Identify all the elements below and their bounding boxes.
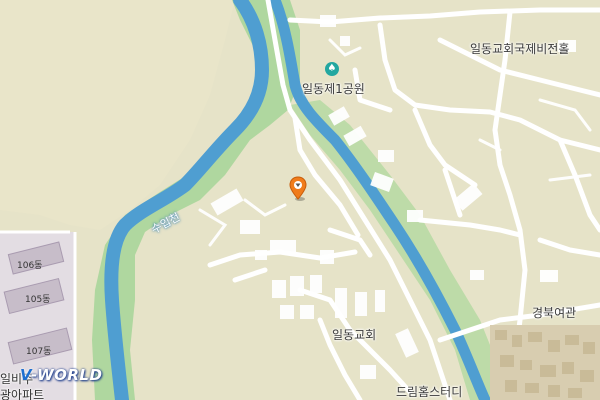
label-apt-105: 105동 xyxy=(25,295,51,305)
map-pin-icon[interactable] xyxy=(288,176,308,206)
label-church[interactable]: 일동교회 xyxy=(332,326,376,343)
park-icon[interactable]: ♠ xyxy=(325,62,339,76)
label-apt-106: 106동 xyxy=(17,261,43,271)
label-apt-name-2[interactable]: 광아파트 xyxy=(0,386,44,400)
label-apt-107: 107동 xyxy=(26,347,52,357)
label-girls-hall[interactable]: 경북여관 xyxy=(532,304,576,321)
vworld-logo: V-WORLD xyxy=(20,366,103,384)
label-studio[interactable]: 드림홈스터디 xyxy=(396,383,462,400)
label-park[interactable]: 일동제1공원 xyxy=(302,80,365,97)
map-view[interactable]: 일동교회국제비전홀 ♠ 일동제1공원 수입천 일동교회 경북여관 드림홈스터디 … xyxy=(0,0,600,400)
label-memorial-hall[interactable]: 일동교회국제비전홀 xyxy=(470,40,569,57)
